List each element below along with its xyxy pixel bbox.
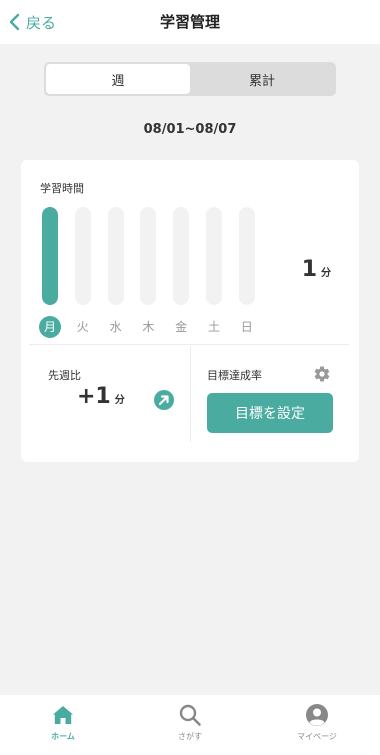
bar-track-3 (140, 207, 157, 305)
bar-track-6 (238, 207, 255, 305)
day-label-4[interactable]: 金 (170, 316, 192, 338)
comparison-value: +1 分 (77, 384, 125, 409)
tab-home-label: ホーム (51, 732, 75, 741)
tab-mypage[interactable]: マイページ (254, 695, 380, 755)
tab-search-label: さがす (178, 732, 202, 741)
day-label-6[interactable]: 日 (236, 316, 258, 338)
bar-track-2 (107, 207, 124, 305)
set-goal-button[interactable]: 目標を設定 (207, 393, 333, 433)
gear-icon[interactable] (313, 365, 331, 383)
bottom-tab-bar: ホーム さがす マイページ (0, 695, 380, 755)
comparison-number: +1 (77, 384, 111, 409)
comparison-label: 先週比 (48, 369, 81, 382)
page-title: 学習管理 (159, 13, 220, 31)
divider-horizontal (29, 344, 349, 345)
day-label-3[interactable]: 木 (137, 316, 159, 338)
home-icon (53, 706, 73, 724)
divider-vertical (190, 346, 191, 442)
goal-rate-label: 目標達成率 (207, 369, 262, 382)
comparison-unit: 分 (114, 395, 125, 406)
tab-search[interactable]: さがす (127, 695, 253, 755)
tab-week[interactable]: 週 (46, 64, 190, 94)
tab-home[interactable]: ホーム (0, 695, 126, 755)
bar-value-0 (42, 207, 58, 305)
period-segmented-control: 週 累計 (44, 62, 336, 96)
date-range: 08/01~08/07 (143, 122, 237, 137)
study-card: 学習時間 月火水木金土日 1 分 先週比 +1 分 目標達成率 目標を設定 (21, 160, 359, 462)
user-icon (306, 704, 328, 726)
trend-up-icon (154, 390, 174, 410)
study-time-label: 学習時間 (40, 182, 84, 195)
total-time-value: 1 (301, 257, 317, 282)
total-time: 1 分 (302, 257, 331, 282)
search-icon (179, 704, 201, 726)
bar-track-1 (74, 207, 91, 305)
day-label-0[interactable]: 月 (39, 316, 61, 338)
day-label-1[interactable]: 火 (72, 316, 94, 338)
tab-cumulative[interactable]: 累計 (190, 64, 334, 94)
app-header: 戻る 学習管理 (0, 0, 380, 44)
tab-mypage-label: マイページ (297, 732, 337, 741)
day-label-5[interactable]: 土 (203, 316, 225, 338)
bar-track-4 (173, 207, 190, 305)
day-label-2[interactable]: 水 (105, 316, 127, 338)
bar-track-5 (206, 207, 222, 305)
total-time-unit: 分 (321, 268, 331, 279)
